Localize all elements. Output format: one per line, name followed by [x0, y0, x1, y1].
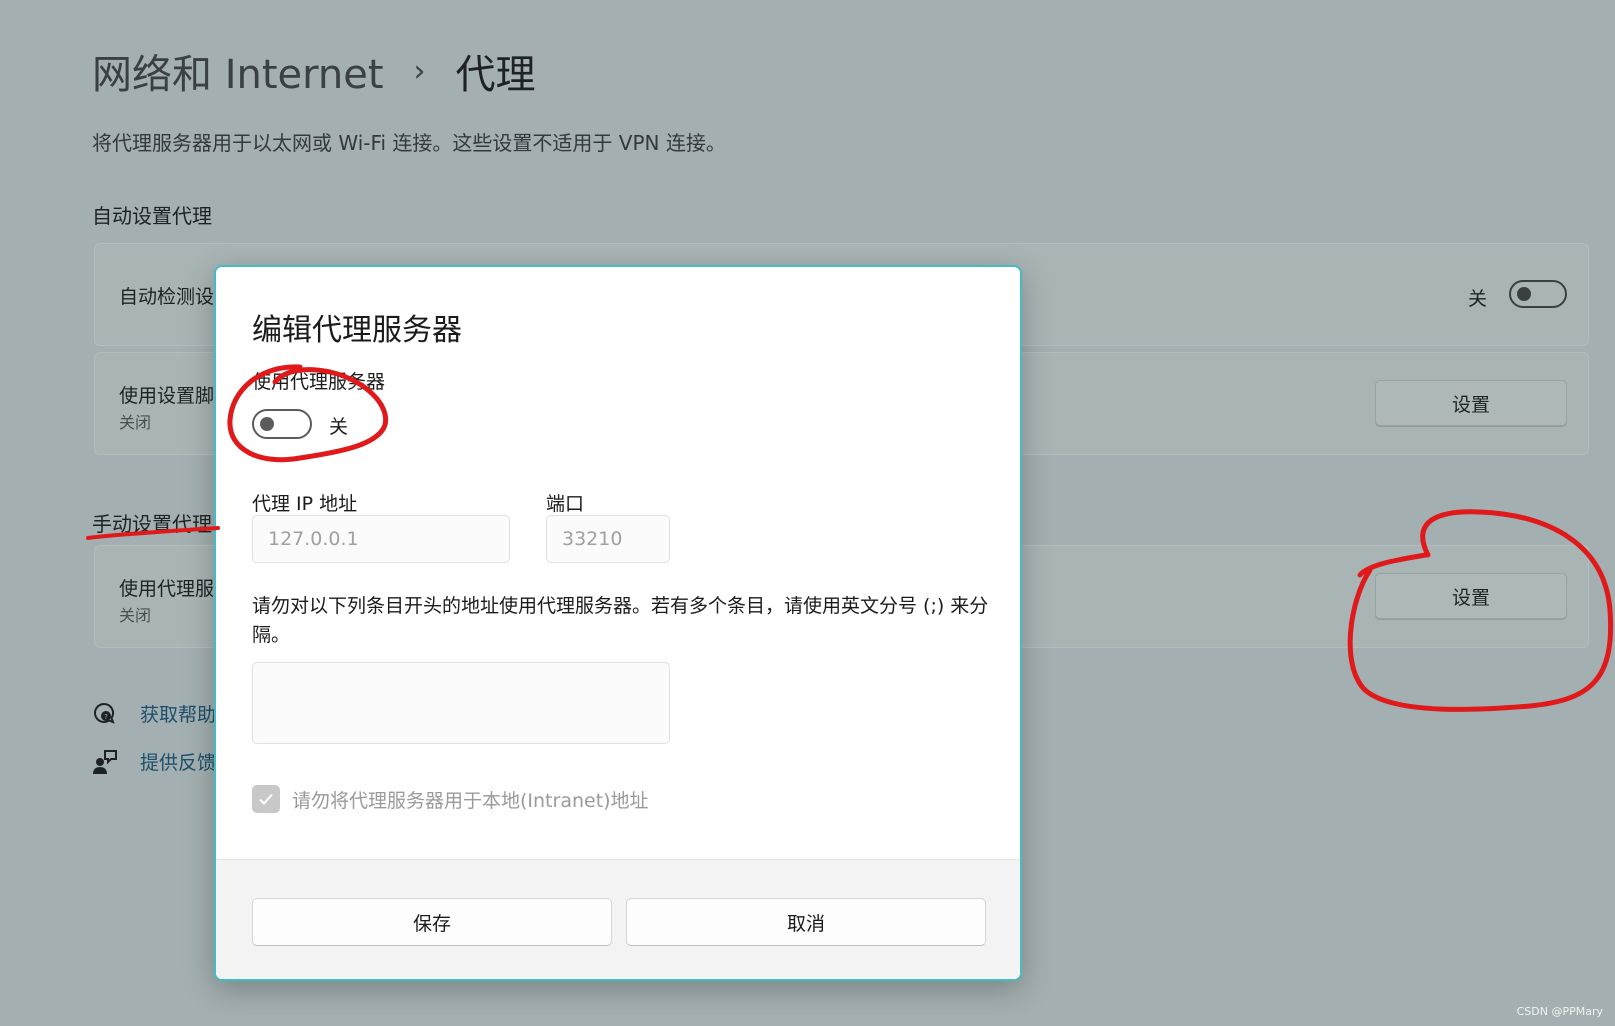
settings-page: 网络和 Internet › 代理 将代理服务器用于以太网或 Wi-Fi 连接。…: [0, 0, 1615, 1026]
help-link-label: 获取帮助: [140, 704, 217, 726]
manual-proxy-title: 使用代理服: [119, 578, 215, 600]
page-description: 将代理服务器用于以太网或 Wi-Fi 连接。这些设置不适用于 VPN 连接。: [92, 131, 726, 155]
port-label: 端口: [546, 493, 585, 515]
exceptions-textarea[interactable]: [252, 662, 670, 744]
use-proxy-label: 使用代理服务器: [252, 371, 386, 393]
setup-script-subtitle: 关闭: [119, 413, 152, 432]
auto-detect-toggle[interactable]: [1509, 280, 1567, 308]
local-address-checkbox[interactable]: [252, 785, 280, 813]
cancel-button[interactable]: 取消: [626, 898, 986, 946]
svg-text:?: ?: [104, 713, 108, 721]
setup-script-settings-button[interactable]: 设置: [1375, 380, 1567, 426]
local-address-checkbox-row[interactable]: 请勿将代理服务器用于本地(Intranet)地址: [252, 785, 649, 813]
page-title: 代理: [455, 52, 536, 98]
chevron-right-icon: ›: [413, 53, 426, 89]
manual-proxy-settings-button[interactable]: 设置: [1375, 573, 1567, 619]
toggle-knob: [1517, 287, 1531, 301]
auto-detect-title: 自动检测设: [119, 286, 215, 308]
port-input[interactable]: 33210: [546, 515, 670, 563]
proxy-ip-input[interactable]: 127.0.0.1: [252, 515, 510, 563]
help-chat-icon: ?: [92, 701, 118, 727]
breadcrumb: 网络和 Internet › 代理: [92, 42, 536, 100]
edit-proxy-dialog: 编辑代理服务器 使用代理服务器 关 代理 IP 地址 127.0.0.1 端口 …: [214, 265, 1022, 981]
checkmark-icon: [259, 793, 273, 805]
help-link[interactable]: ? 获取帮助: [92, 700, 216, 727]
use-proxy-state: 关: [329, 416, 349, 438]
breadcrumb-parent-network[interactable]: 网络和 Internet: [92, 42, 384, 100]
auto-detect-state: 关: [1468, 288, 1488, 310]
setup-script-title: 使用设置脚: [119, 385, 215, 407]
feedback-link-label: 提供反馈: [140, 752, 217, 774]
manual-proxy-subtitle: 关闭: [119, 606, 152, 625]
feedback-link[interactable]: 提供反馈: [92, 748, 216, 775]
feedback-person-icon: [92, 749, 118, 775]
local-address-checkbox-label: 请勿将代理服务器用于本地(Intranet)地址: [292, 789, 649, 812]
use-proxy-toggle[interactable]: [252, 409, 312, 439]
proxy-ip-label: 代理 IP 地址: [252, 493, 358, 515]
exceptions-description: 请勿对以下列条目开头的地址使用代理服务器。若有多个条目，请使用英文分号 (;) …: [252, 595, 989, 646]
section-title-auto: 自动设置代理: [92, 204, 212, 228]
toggle-knob: [260, 417, 274, 431]
save-button[interactable]: 保存: [252, 898, 612, 946]
section-title-manual: 手动设置代理: [92, 512, 212, 536]
watermark: CSDN @PPMary: [1516, 1005, 1603, 1018]
dialog-footer: 保存 取消: [216, 859, 1020, 979]
dialog-title: 编辑代理服务器: [252, 313, 462, 348]
